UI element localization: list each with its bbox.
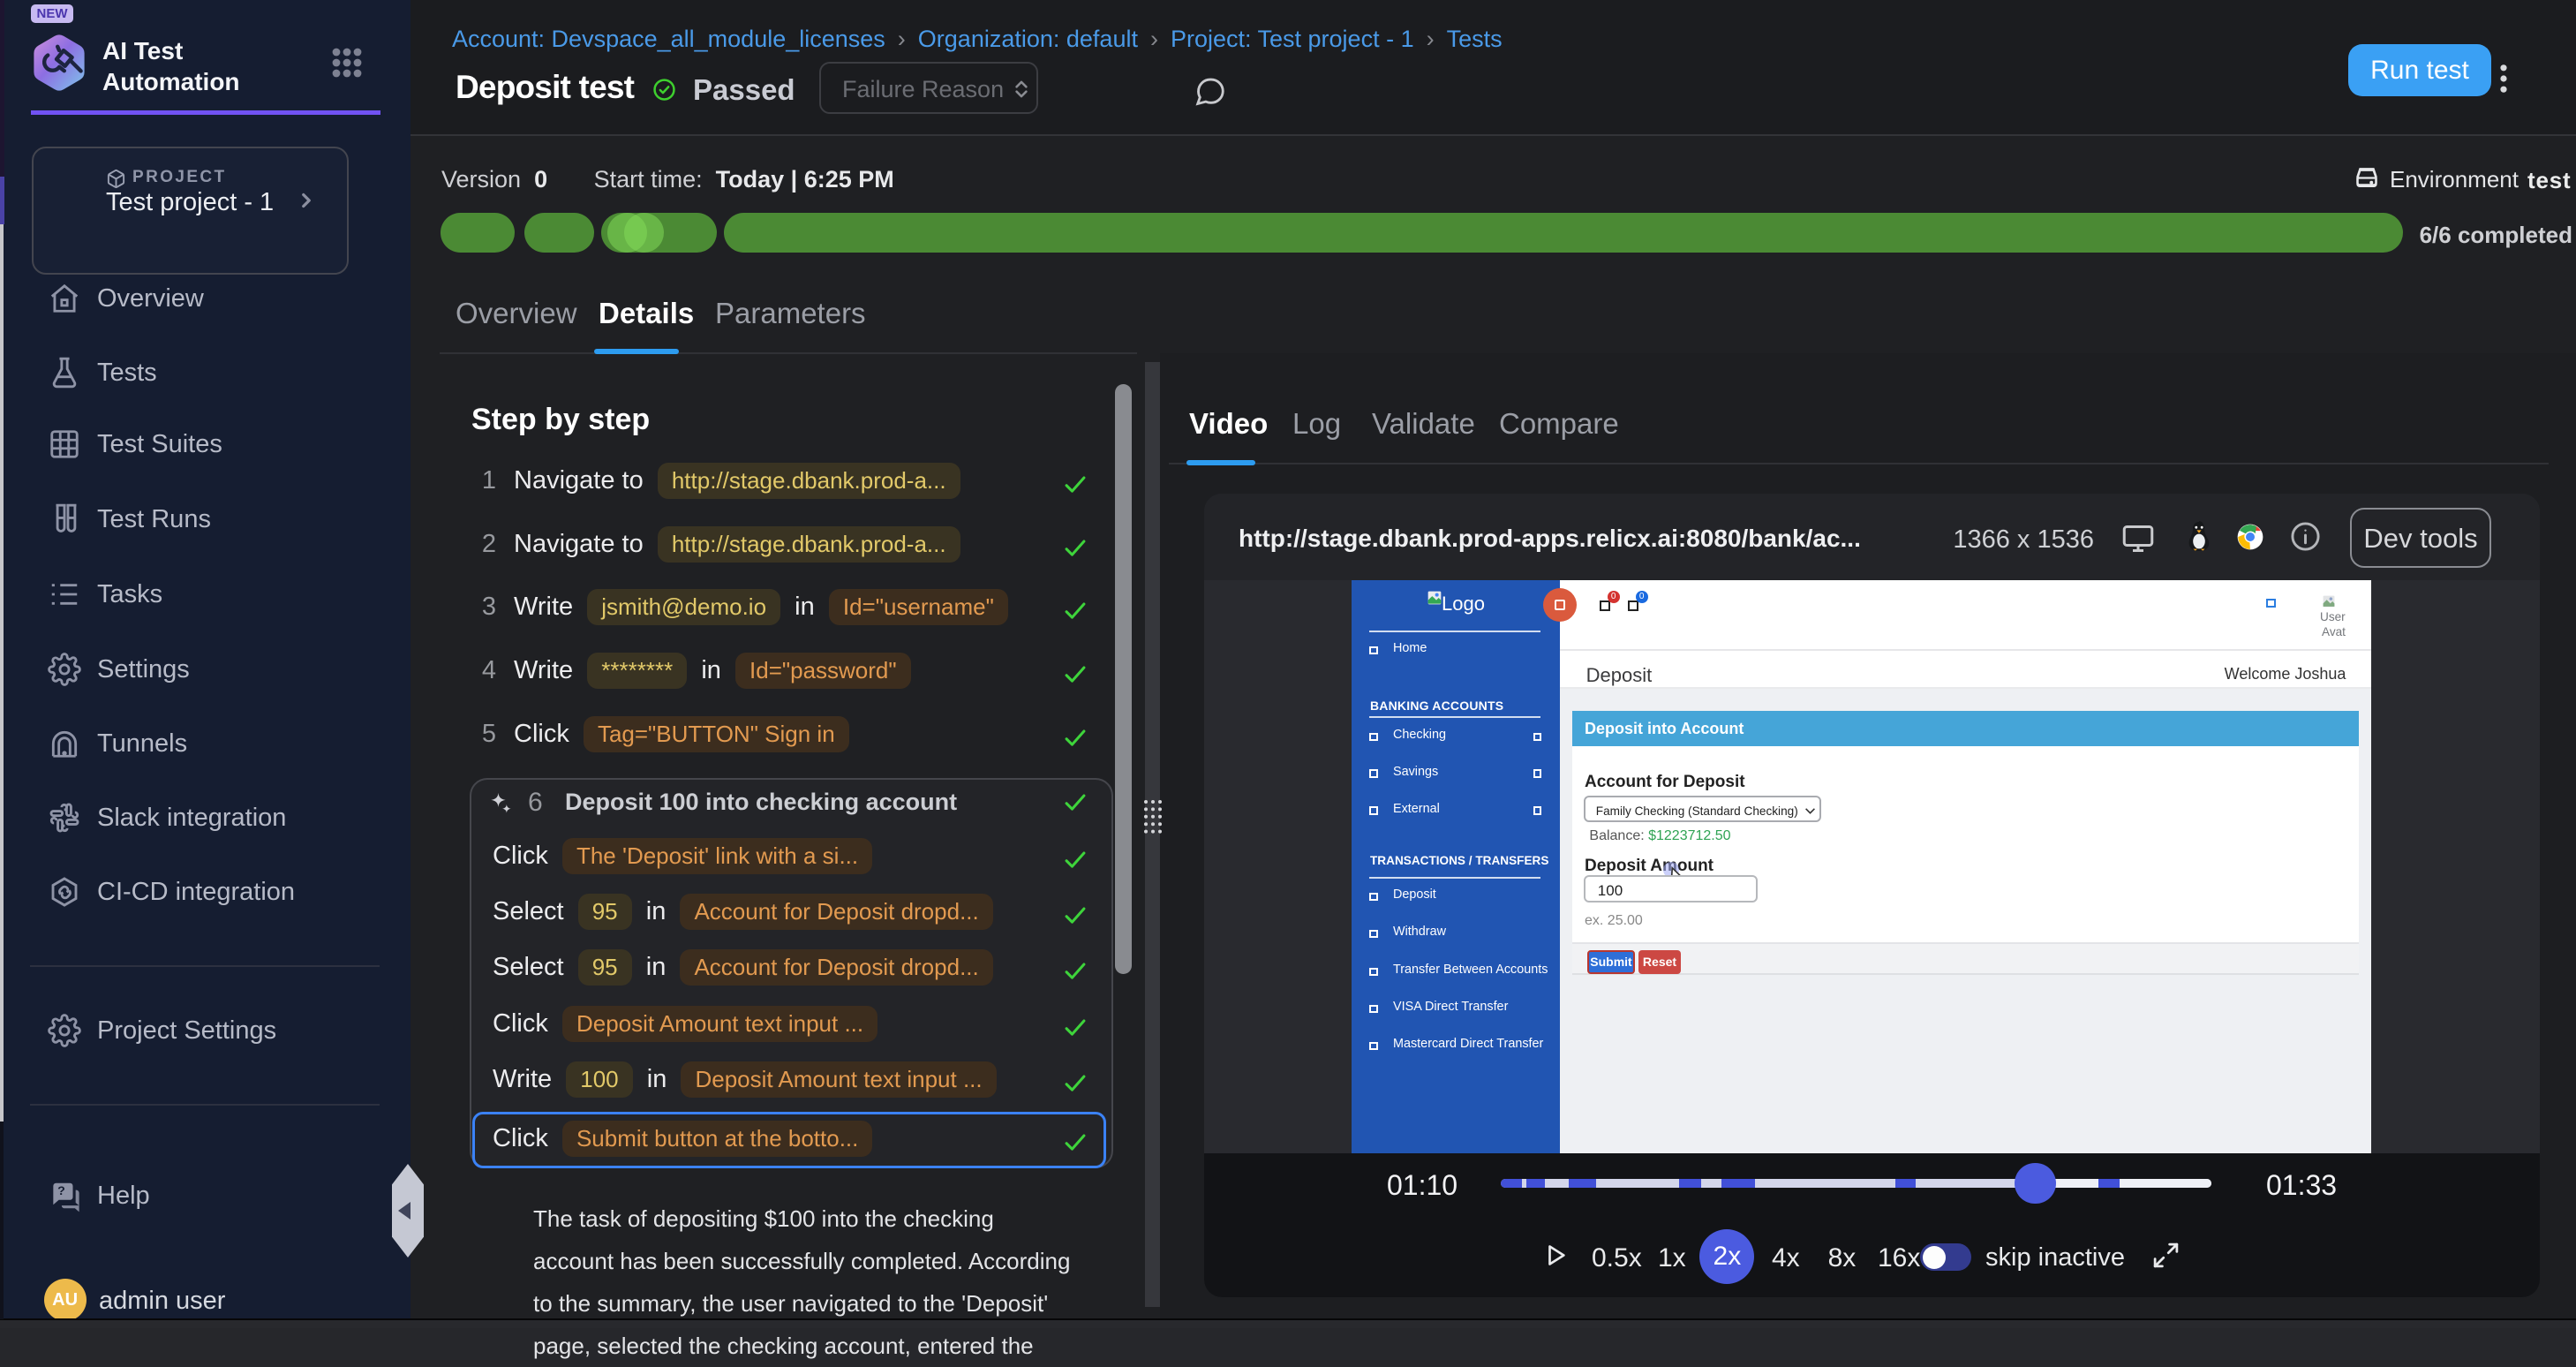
- svg-text:?: ?: [57, 1184, 65, 1198]
